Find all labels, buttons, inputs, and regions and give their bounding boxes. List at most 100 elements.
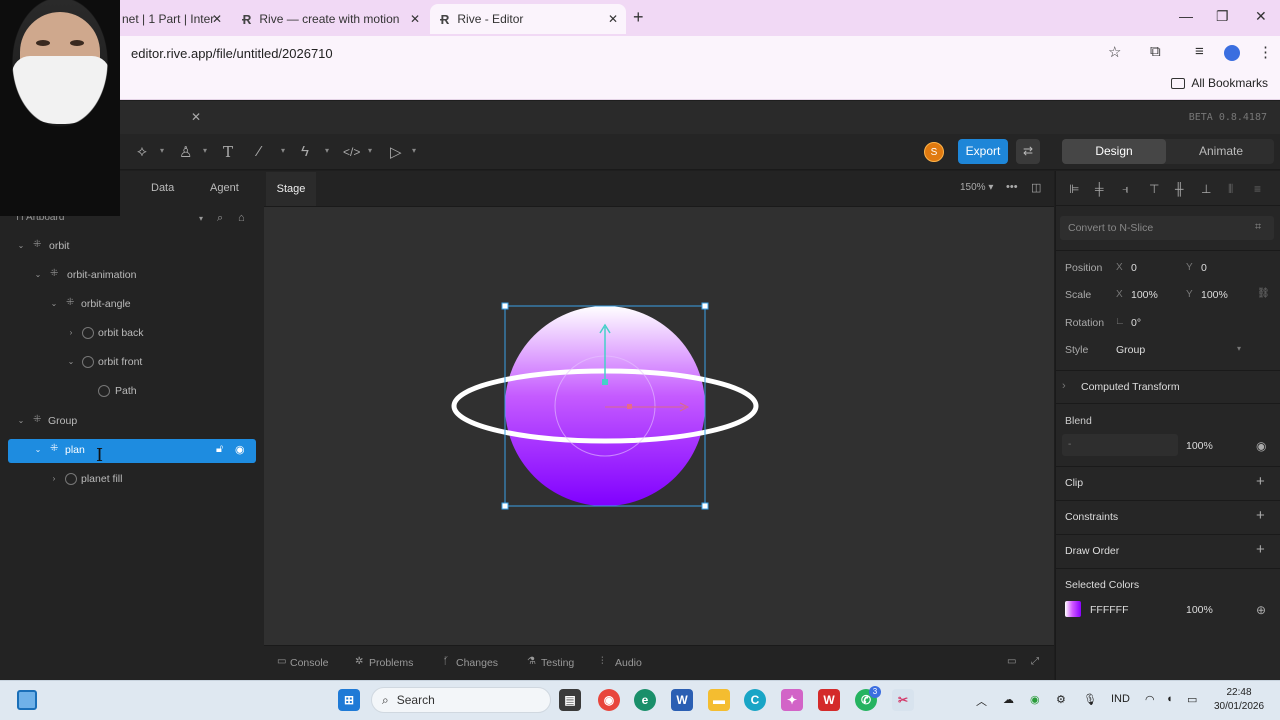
resize-handle[interactable] bbox=[501, 502, 509, 510]
tree-row-plan-selected[interactable]: ⌄ ⁜ plan 🔓︎ ◉ bbox=[8, 439, 256, 463]
language-label[interactable]: IND bbox=[1111, 693, 1130, 705]
chevron-down-icon[interactable]: ▾ bbox=[325, 146, 329, 155]
chevron-right-icon[interactable]: › bbox=[1062, 380, 1066, 392]
chrome-tray-icon[interactable]: ◉ bbox=[1030, 693, 1040, 706]
pivot-handle[interactable] bbox=[602, 379, 608, 385]
tab-design[interactable]: Design bbox=[1062, 139, 1166, 164]
blend-mode-dropdown[interactable]: - bbox=[1062, 434, 1178, 456]
task-view-icon[interactable]: ▤ bbox=[559, 689, 581, 711]
add-draw-order-plus-icon[interactable]: + bbox=[1256, 541, 1265, 558]
stage-canvas[interactable] bbox=[264, 207, 1054, 645]
media-control-icon[interactable]: ≡ bbox=[1195, 43, 1204, 60]
extensions-icon[interactable]: ⧉ bbox=[1150, 43, 1161, 60]
chevron-right-icon[interactable]: › bbox=[65, 327, 77, 339]
chevron-down-icon[interactable]: ▾ bbox=[199, 214, 203, 223]
edge-icon[interactable]: e bbox=[634, 689, 656, 711]
brush-tool-icon[interactable]: ⁄ bbox=[258, 143, 261, 160]
more-options-icon[interactable]: ••• bbox=[1006, 181, 1018, 193]
bookmark-star-icon[interactable]: ☆ bbox=[1108, 43, 1121, 61]
distribute-v-icon[interactable]: ≡ bbox=[1254, 182, 1261, 196]
dock-icon[interactable]: ▭ bbox=[1007, 656, 1016, 667]
tab-problems[interactable]: Problems bbox=[369, 657, 413, 669]
export-button[interactable]: Export bbox=[958, 139, 1008, 164]
blend-opacity-field[interactable]: 100% bbox=[1186, 440, 1213, 452]
url-input[interactable]: editor.rive.app/file/untitled/2026710 bbox=[120, 39, 1140, 67]
scale-y-field[interactable]: 100% bbox=[1201, 289, 1228, 301]
component-tool-icon[interactable]: ⟡ bbox=[137, 143, 147, 160]
tree-row-orbit[interactable]: ⌄ ⁜ orbit bbox=[8, 235, 256, 259]
align-right-icon[interactable]: ⫣ bbox=[1122, 182, 1129, 197]
position-x-field[interactable]: 0 bbox=[1131, 262, 1137, 274]
microphone-icon[interactable]: 🎙︎ bbox=[1083, 693, 1097, 706]
new-tab-plus-icon[interactable]: + bbox=[633, 7, 644, 28]
file-explorer-icon[interactable]: ▬ bbox=[708, 689, 730, 711]
lock-icon[interactable]: 🔓︎ bbox=[216, 443, 223, 456]
copilot-icon[interactable]: ✦ bbox=[781, 689, 803, 711]
settings-tray-icon[interactable]: ⚙ bbox=[1056, 693, 1066, 706]
pen-tool-icon[interactable]: ♙ bbox=[179, 143, 192, 161]
profile-icon[interactable] bbox=[1224, 45, 1240, 61]
close-icon[interactable]: ✕ bbox=[608, 12, 618, 26]
canva-icon[interactable]: C bbox=[744, 689, 766, 711]
tree-row-orbit-front[interactable]: ⌄ orbit front bbox=[8, 351, 256, 375]
tab-rive-home[interactable]: Ɍ Rive — create with motion ✕ bbox=[232, 4, 428, 34]
tab-stage[interactable]: Stage bbox=[266, 172, 316, 206]
align-middle-icon[interactable]: ╫ bbox=[1175, 182, 1184, 196]
chevron-down-icon[interactable]: ▾ bbox=[281, 146, 285, 155]
chevron-down-icon[interactable]: ▾ bbox=[203, 146, 207, 155]
add-clip-plus-icon[interactable]: + bbox=[1256, 473, 1265, 490]
swap-icon[interactable]: ⇄ bbox=[1016, 139, 1040, 164]
chevron-down-icon[interactable]: ▾ bbox=[368, 146, 372, 155]
taskbar-clock[interactable]: 22:48 30/01/2026 bbox=[1212, 686, 1266, 714]
position-y-field[interactable]: 0 bbox=[1201, 262, 1207, 274]
word-icon[interactable]: W bbox=[671, 689, 693, 711]
color-opacity-value[interactable]: 100% bbox=[1186, 604, 1213, 616]
snipping-tool-icon[interactable]: ✂ bbox=[892, 689, 914, 711]
onedrive-icon[interactable]: ☁ bbox=[1003, 693, 1014, 706]
volume-icon[interactable]: ◖ bbox=[1166, 693, 1173, 705]
chevron-down-icon[interactable]: ⌄ bbox=[15, 240, 27, 252]
convert-nslice-button[interactable]: Convert to N-Slice bbox=[1060, 216, 1274, 240]
start-icon[interactable]: ⊞ bbox=[338, 689, 360, 711]
tab-rive-editor[interactable]: Ɍ Rive - Editor ✕ bbox=[430, 4, 626, 34]
tag-icon[interactable]: ⌂ bbox=[238, 212, 245, 224]
tab-data[interactable]: Data bbox=[151, 182, 174, 194]
close-icon[interactable]: ✕ bbox=[212, 12, 222, 26]
wps-icon[interactable]: W bbox=[818, 689, 840, 711]
tab-testing[interactable]: Testing bbox=[541, 657, 574, 669]
align-bottom-icon[interactable]: ⊥ bbox=[1201, 182, 1211, 196]
taskbar-search[interactable]: ⌕ Search bbox=[371, 687, 551, 713]
tree-row-planet-fill[interactable]: › planet fill bbox=[8, 468, 256, 492]
chevron-down-icon[interactable]: ⌄ bbox=[32, 269, 44, 281]
tab-audio[interactable]: Audio bbox=[615, 657, 642, 669]
avatar[interactable]: S bbox=[924, 142, 944, 162]
tree-row-orbit-angle[interactable]: ⌄ ⁜ orbit-angle bbox=[8, 293, 256, 317]
tab-changes[interactable]: Changes bbox=[456, 657, 498, 669]
all-bookmarks-button[interactable]: All Bookmarks bbox=[1171, 76, 1268, 90]
text-tool-icon[interactable]: T bbox=[223, 143, 233, 161]
tab-animate[interactable]: Animate bbox=[1168, 139, 1274, 164]
tree-row-orbit-animation[interactable]: ⌄ ⁜ orbit-animation bbox=[8, 264, 256, 288]
tree-row-orbit-back[interactable]: › orbit back bbox=[8, 322, 256, 346]
chevron-right-icon[interactable]: › bbox=[48, 473, 60, 485]
code-tool-icon[interactable]: </> bbox=[343, 145, 360, 159]
chevron-down-icon[interactable]: ▾ bbox=[160, 146, 164, 155]
zoom-dropdown[interactable]: 150% ▾ bbox=[960, 182, 993, 193]
align-center-h-icon[interactable]: ╪ bbox=[1095, 182, 1104, 196]
scale-x-field[interactable]: 100% bbox=[1131, 289, 1158, 301]
align-left-icon[interactable]: ⊫ bbox=[1069, 182, 1079, 196]
file-tab-close-icon[interactable]: ✕ bbox=[191, 110, 201, 124]
chevron-down-icon[interactable]: ⌄ bbox=[32, 444, 44, 456]
color-hex-value[interactable]: FFFFFF bbox=[1090, 604, 1128, 616]
target-icon[interactable]: ⊕ bbox=[1256, 603, 1266, 617]
tab-internet[interactable]: net | 1 Part | Inter ✕ bbox=[112, 4, 230, 34]
resize-handle[interactable] bbox=[701, 302, 709, 310]
battery-icon[interactable]: ▭ bbox=[1187, 693, 1197, 706]
tab-console[interactable]: Console bbox=[290, 657, 329, 669]
resize-handle[interactable] bbox=[501, 302, 509, 310]
restore-icon[interactable]: ❐ bbox=[1216, 8, 1229, 25]
style-dropdown[interactable]: Group bbox=[1116, 344, 1145, 356]
close-icon[interactable]: ✕ bbox=[410, 12, 420, 26]
wifi-icon[interactable]: ◠ bbox=[1145, 693, 1155, 706]
tree-row-group[interactable]: ⌄ ⁜ Group bbox=[8, 410, 256, 434]
